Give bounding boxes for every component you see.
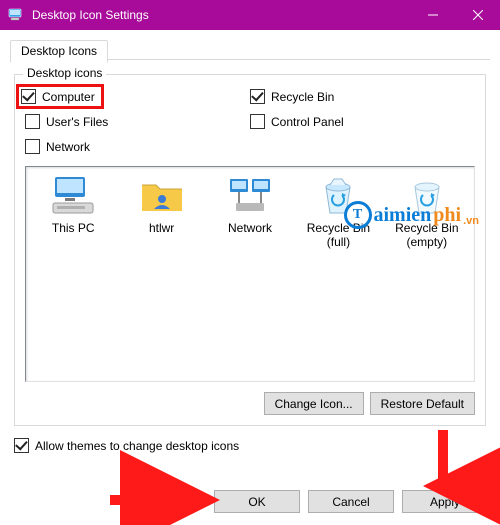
watermark-text-2: phi	[433, 204, 461, 227]
checkbox-recycle-bin[interactable]: Recycle Bin	[250, 89, 475, 104]
restore-default-button[interactable]: Restore Default	[370, 392, 475, 415]
button-label: Restore Default	[381, 397, 464, 411]
this-pc-icon	[49, 175, 97, 217]
client-area: Desktop Icons Desktop icons Computer	[0, 30, 500, 490]
checkbox-label: Allow themes to change desktop icons	[35, 439, 239, 453]
cancel-button[interactable]: Cancel	[308, 490, 394, 513]
checkbox-label: User's Files	[46, 115, 108, 129]
checkbox-allow-themes[interactable]: Allow themes to change desktop icons	[14, 438, 486, 453]
button-label: Change Icon...	[275, 397, 353, 411]
window-title: Desktop Icon Settings	[32, 8, 410, 22]
checkbox-label: Recycle Bin	[271, 90, 334, 104]
checkbox-label: Control Panel	[271, 115, 344, 129]
preview-label: htlwr	[149, 221, 174, 235]
checkbox-users-files[interactable]: User's Files	[25, 114, 250, 129]
button-label: Cancel	[332, 495, 369, 509]
minimize-button[interactable]	[410, 0, 455, 30]
checkbox-box	[250, 114, 265, 129]
button-label: Apply	[430, 495, 460, 509]
watermark-logo-icon: T	[344, 201, 372, 229]
checkmark-icon	[250, 89, 265, 104]
tab-row: Desktop Icons	[10, 38, 490, 60]
preview-item-network[interactable]: Network	[209, 175, 291, 249]
checkmark-icon	[21, 89, 36, 104]
icon-preview-list[interactable]: This PC htlwr	[25, 166, 475, 382]
preview-label: Network	[228, 221, 272, 235]
ok-button[interactable]: OK	[214, 490, 300, 513]
change-icon-button[interactable]: Change Icon...	[264, 392, 364, 415]
checkbox-network[interactable]: Network	[25, 139, 250, 154]
checkbox-label: Network	[46, 140, 90, 154]
highlight-computer: Computer	[16, 84, 104, 109]
checkbox-label: Computer	[42, 90, 95, 104]
tab-label: Desktop Icons	[21, 44, 97, 58]
checkmark-icon	[14, 438, 29, 453]
watermark-text-3: .vn	[463, 215, 479, 227]
titlebar[interactable]: Desktop Icon Settings	[0, 0, 500, 30]
dialog-footer: OK Cancel Apply	[0, 490, 500, 525]
checkbox-box	[25, 139, 40, 154]
apply-button[interactable]: Apply	[402, 490, 488, 513]
system-icon	[8, 7, 24, 23]
checkbox-box	[25, 114, 40, 129]
close-button[interactable]	[455, 0, 500, 30]
user-folder-icon	[138, 175, 186, 217]
button-label: OK	[248, 495, 265, 509]
watermark: T aimien phi .vn	[344, 201, 480, 229]
group-desktop-icons: Desktop icons Computer User's Files	[14, 74, 486, 426]
preview-item-this-pc[interactable]: This PC	[32, 175, 114, 249]
group-legend: Desktop icons	[23, 66, 106, 80]
preview-item-htlwr[interactable]: htlwr	[120, 175, 202, 249]
network-icon	[226, 175, 274, 217]
tab-desktop-icons[interactable]: Desktop Icons	[10, 40, 108, 63]
preview-label: This PC	[52, 221, 95, 235]
watermark-text-1: aimien	[374, 204, 432, 227]
checkbox-computer[interactable]: Computer	[21, 89, 95, 104]
window-root: Desktop Icon Settings Desktop Icons Desk…	[0, 0, 500, 525]
checkbox-control-panel[interactable]: Control Panel	[250, 114, 475, 129]
